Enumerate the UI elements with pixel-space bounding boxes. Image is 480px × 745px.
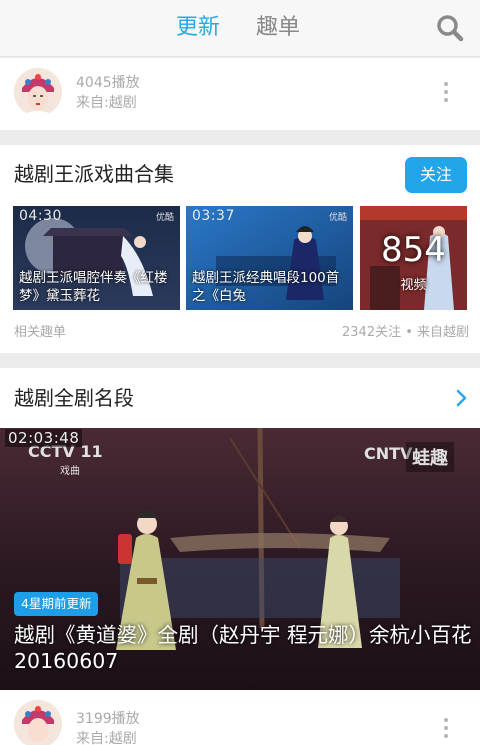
video-caption: 越剧王派经典唱段100首之《白兔	[192, 270, 340, 304]
update-badge: 4星期前更新	[14, 592, 99, 616]
source-label: 来自:越剧	[76, 95, 137, 111]
playlist-count-tile[interactable]: 854 视频	[360, 206, 467, 310]
more-options-icon[interactable]	[440, 82, 452, 106]
video-thumbnail[interactable]: 04:30 优酷 越剧王派唱腔伴奏《红楼梦》黛玉葬花	[13, 206, 180, 310]
play-count: 3199播放	[76, 711, 140, 727]
feed-item[interactable]: 4045播放 来自:越剧	[0, 58, 480, 130]
source-label: 来自:越剧	[76, 731, 137, 745]
search-icon[interactable]	[436, 14, 464, 42]
play-count: 4045播放	[76, 75, 140, 91]
top-bar: 更新 趣单	[0, 0, 480, 57]
youku-logo: 优酷	[328, 213, 347, 223]
playlist-meta: 2342关注 • 来自越剧	[342, 325, 470, 340]
follow-button[interactable]: 关注	[405, 157, 467, 193]
video-duration: 03:37	[192, 208, 235, 224]
album-title: 越剧全剧名段	[14, 386, 134, 410]
video-duration: 04:30	[19, 208, 62, 224]
video-thumbnail[interactable]: 03:37 优酷 越剧王派经典唱段100首之《白兔	[186, 206, 353, 310]
video-title: 越剧《黄道婆》全剧（赵丹宇 程元娜）余杭小百花20160607	[14, 623, 472, 673]
avatar[interactable]	[14, 68, 62, 116]
waqu-mark: 蛙趣	[406, 442, 454, 472]
tab-updates[interactable]: 更新	[176, 14, 220, 42]
video-count-label: 视频	[400, 278, 427, 293]
avatar[interactable]	[14, 700, 62, 745]
album-header[interactable]: 越剧全剧名段	[0, 368, 480, 428]
video-count: 854	[381, 230, 446, 270]
related-playlists-label: 相关趣单	[14, 325, 67, 340]
video-duration: 02:03:48	[5, 429, 83, 447]
cctv-channel-sub: 戏曲	[60, 466, 80, 477]
chevron-right-icon[interactable]	[456, 389, 468, 407]
featured-video[interactable]: CCTV 11 戏曲 CNTV 蛙趣 02:03:48 4星期前更新 越剧《黄道…	[0, 428, 480, 690]
tab-playlists[interactable]: 趣单	[256, 14, 300, 42]
youku-logo: 优酷	[155, 213, 174, 223]
more-options-icon[interactable]	[440, 718, 452, 742]
playlist-title[interactable]: 越剧王派戏曲合集	[14, 161, 174, 187]
feed-item[interactable]: 3199播放 来自:越剧	[0, 690, 480, 745]
video-caption: 越剧王派唱腔伴奏《红楼梦》黛玉葬花	[19, 270, 168, 304]
